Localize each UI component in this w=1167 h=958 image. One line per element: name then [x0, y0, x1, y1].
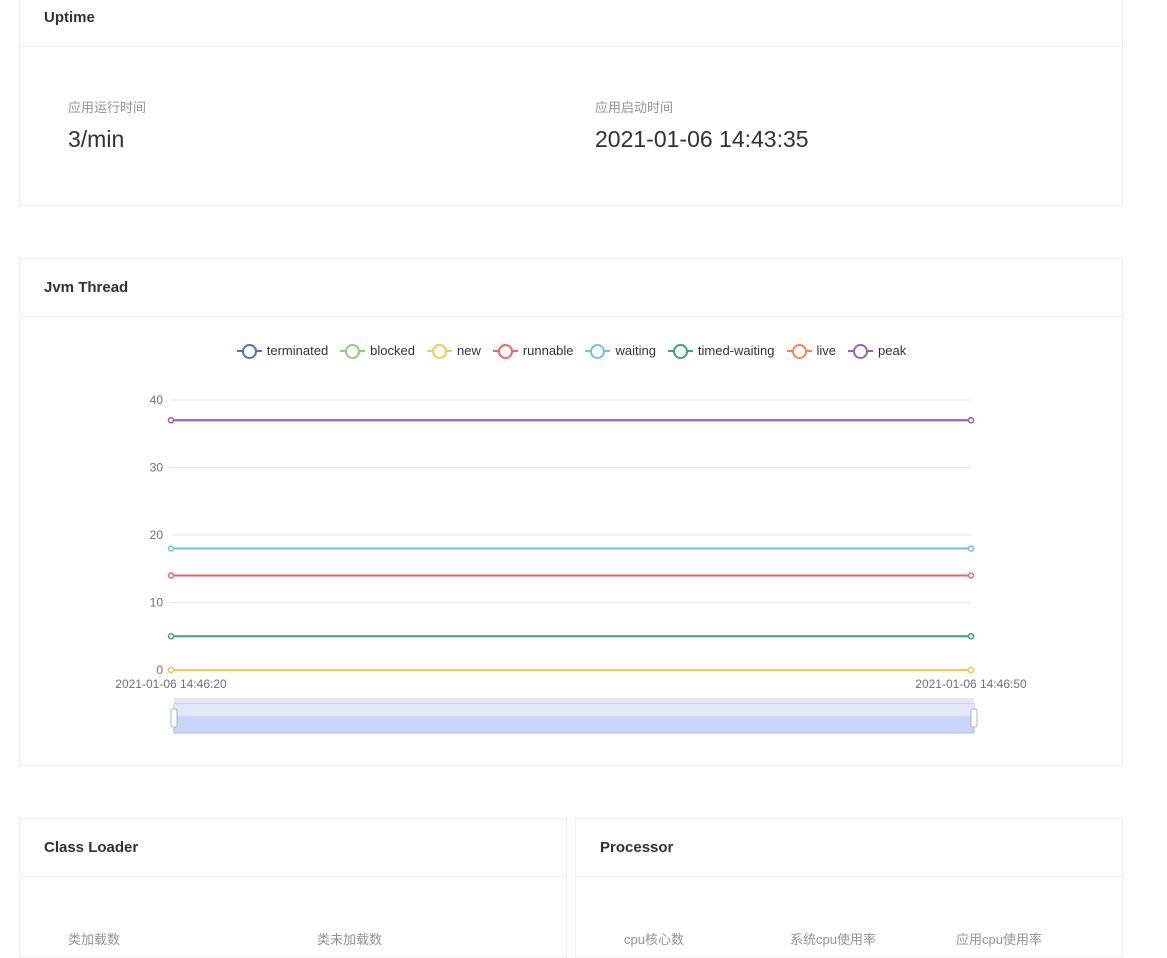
legend-label: timed-waiting [697, 343, 775, 358]
legend-label: terminated [266, 343, 329, 358]
legend-swatch-icon [492, 343, 518, 359]
jvm-thread-card: Jvm Thread [19, 258, 1123, 766]
run-time-value: 3/min [68, 126, 125, 152]
legend-label: waiting [615, 343, 656, 358]
legend-item-new[interactable]: new [426, 343, 481, 359]
legend-label: new [456, 343, 481, 358]
legend-label: blocked [370, 343, 415, 358]
legend-swatch-icon [667, 343, 693, 359]
legend-item-peak[interactable]: peak [848, 343, 907, 359]
class-loader-card: Class Loader 类加载数 类未加载数 [19, 818, 567, 958]
legend-swatch-icon [848, 343, 874, 359]
system-cpu-usage-label: 系统cpu使用率 [790, 932, 876, 947]
legend-swatch-icon [426, 343, 452, 359]
class-loader-card-title: Class Loader [20, 819, 566, 877]
uptime-card-title: Uptime [20, 0, 1122, 47]
classes-unloaded-label: 类未加载数 [317, 932, 383, 947]
legend-label: live [816, 343, 837, 358]
classes-loaded-label: 类加载数 [68, 932, 121, 947]
legend-item-blocked[interactable]: blocked [340, 343, 415, 359]
uptime-card: Uptime 应用运行时间 3/min 应用启动时间 2021-01-06 14… [19, 0, 1123, 206]
legend-swatch-icon [340, 343, 366, 359]
legend-label: peak [878, 343, 907, 358]
cpu-cores-label: cpu核心数 [624, 932, 684, 947]
legend-item-live[interactable]: live [786, 343, 837, 359]
legend-swatch-icon [236, 343, 262, 359]
chart-legend: terminated blocked new runnable waiting timed… [0, 343, 1143, 359]
legend-item-waiting[interactable]: waiting [585, 343, 656, 359]
legend-item-runnable[interactable]: runnable [492, 343, 574, 359]
legend-item-timed-waiting[interactable]: timed-waiting [667, 343, 775, 359]
processor-card: Processor cpu核心数 系统cpu使用率 应用cpu使用率 [575, 818, 1123, 958]
legend-swatch-icon [585, 343, 611, 359]
legend-label: runnable [522, 343, 574, 358]
legend-item-terminated[interactable]: terminated [236, 343, 329, 359]
processor-card-title: Processor [576, 819, 1122, 877]
start-time-label: 应用启动时间 [595, 100, 674, 115]
jvm-thread-card-title: Jvm Thread [20, 259, 1122, 317]
app-cpu-usage-label: 应用cpu使用率 [956, 932, 1042, 947]
run-time-label: 应用运行时间 [68, 100, 147, 115]
legend-swatch-icon [786, 343, 812, 359]
start-time-value: 2021-01-06 14:43:35 [595, 126, 809, 152]
